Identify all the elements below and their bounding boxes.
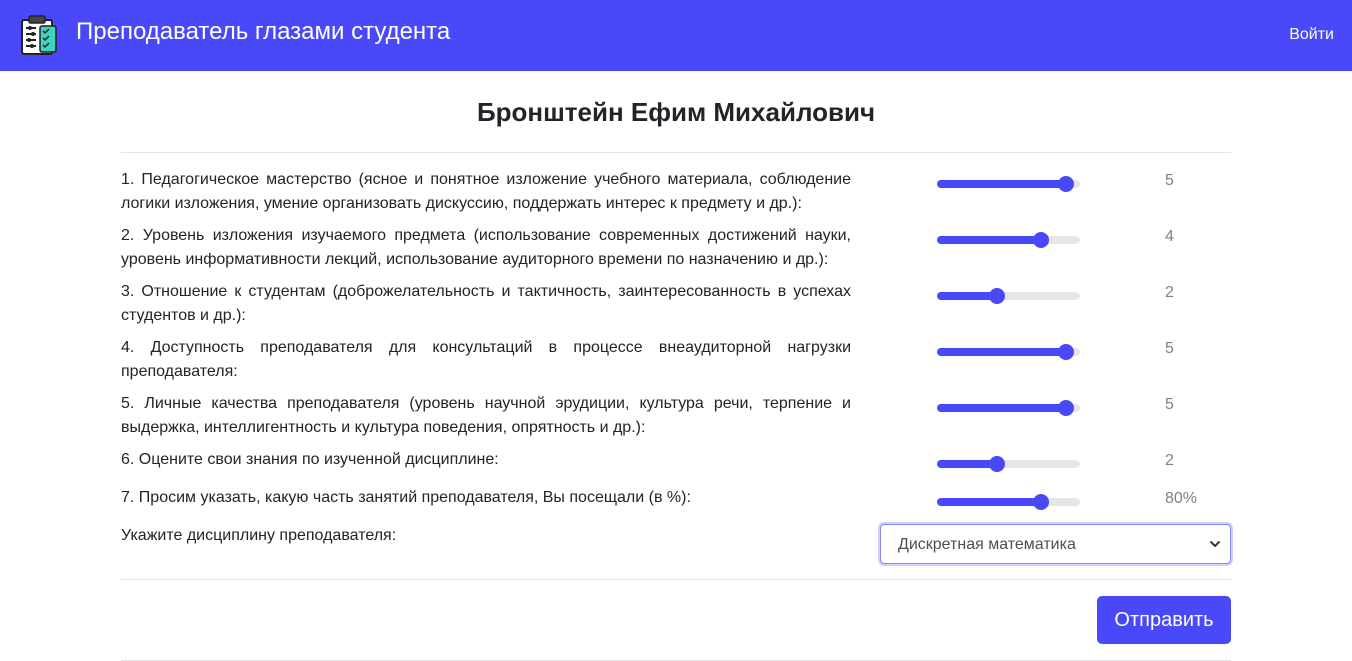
slider-thumb[interactable] (1033, 232, 1050, 248)
discipline-label: Укажите дисциплину преподавателя: (121, 527, 397, 544)
slider-fill (937, 348, 1066, 356)
slider-thumb[interactable] (1057, 344, 1074, 360)
question-4-text: 4. Доступность преподавателя для консуль… (121, 339, 851, 380)
question-3-value: 2 (1165, 284, 1174, 301)
question-3-slider[interactable] (937, 288, 1080, 304)
divider-middle (121, 579, 1231, 580)
login-link[interactable]: Войти (1289, 25, 1334, 45)
slider-fill (937, 498, 1042, 506)
question-6-value: 2 (1165, 452, 1174, 469)
question-7-text: 7. Просим указать, какую часть занятий п… (121, 489, 691, 506)
question-7-value: 80% (1165, 490, 1198, 507)
slider-fill (937, 404, 1066, 412)
question-5-slider[interactable] (937, 400, 1080, 416)
question-6-text: 6. Оцените свои знания по изученной дисц… (121, 451, 499, 468)
slider-thumb[interactable] (1057, 400, 1074, 416)
question-5-value: 5 (1165, 396, 1174, 413)
slider-fill (937, 180, 1066, 188)
divider-top (121, 152, 1231, 153)
slider-thumb[interactable] (1057, 176, 1074, 192)
question-2-value: 4 (1165, 228, 1174, 245)
chevron-down-icon (1210, 541, 1220, 547)
slider-thumb[interactable] (1033, 494, 1050, 510)
brand-title[interactable]: Преподаватель глазами студента (76, 18, 450, 46)
teacher-board-icon (21, 15, 57, 55)
slider-fill (937, 460, 998, 468)
submit-button[interactable]: Отправить (1097, 596, 1231, 644)
top-navbar: Преподаватель глазами студента Войти (0, 0, 1352, 71)
question-6-slider[interactable] (937, 456, 1080, 472)
discipline-select[interactable]: Дискретная математика (880, 524, 1231, 564)
question-1-value: 5 (1165, 172, 1174, 189)
teacher-name: Бронштейн Ефим Михайлович (476, 97, 876, 127)
question-4-slider[interactable] (937, 344, 1080, 360)
slider-thumb[interactable] (989, 288, 1006, 304)
slider-fill (937, 236, 1042, 244)
slider-thumb[interactable] (989, 456, 1006, 472)
question-5-text: 5. Личные качества преподавателя (уровен… (121, 395, 851, 436)
question-2-slider[interactable] (937, 232, 1080, 248)
question-2-text: 2. Уровень изложения изучаемого предмета… (121, 227, 851, 268)
question-1-text: 1. Педагогическое мастерство (ясное и по… (121, 171, 851, 212)
question-1-slider[interactable] (937, 176, 1080, 192)
question-3-text: 3. Отношение к студентам (доброжелательн… (121, 283, 851, 324)
question-4-value: 5 (1165, 340, 1174, 357)
slider-fill (937, 292, 998, 300)
discipline-selected-value: Дискретная математика (898, 536, 1076, 553)
question-7-slider[interactable] (937, 494, 1080, 510)
